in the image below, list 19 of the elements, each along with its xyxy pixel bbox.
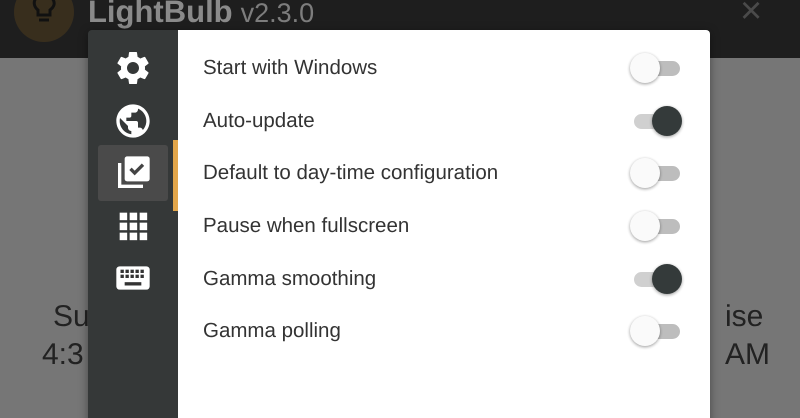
setting-label: Gamma smoothing xyxy=(203,266,376,291)
setting-label: Start with Windows xyxy=(203,56,378,80)
setting-label: Default to day-time configuration xyxy=(203,161,498,186)
close-button[interactable]: × xyxy=(740,0,762,30)
toggle-switch[interactable] xyxy=(630,315,682,348)
toggle-switch[interactable] xyxy=(630,52,682,84)
setting-label: Pause when fullscreen xyxy=(203,214,410,238)
lightbulb-icon xyxy=(14,0,74,42)
toggle-switch[interactable] xyxy=(630,157,682,190)
app-version: v2.3.0 xyxy=(240,0,314,29)
sunrise-time: AM xyxy=(725,337,770,373)
toggle-switch[interactable] xyxy=(630,210,682,242)
setting-label: Auto-update xyxy=(203,108,315,133)
sunset-time: 4:3 xyxy=(42,337,85,373)
sidebar-tab[interactable] xyxy=(98,145,168,202)
sunset-label: Su xyxy=(52,299,90,335)
selection-indicator xyxy=(173,140,178,211)
sunrise-label: ise xyxy=(725,299,764,335)
setting-label: Gamma polling xyxy=(203,319,341,344)
